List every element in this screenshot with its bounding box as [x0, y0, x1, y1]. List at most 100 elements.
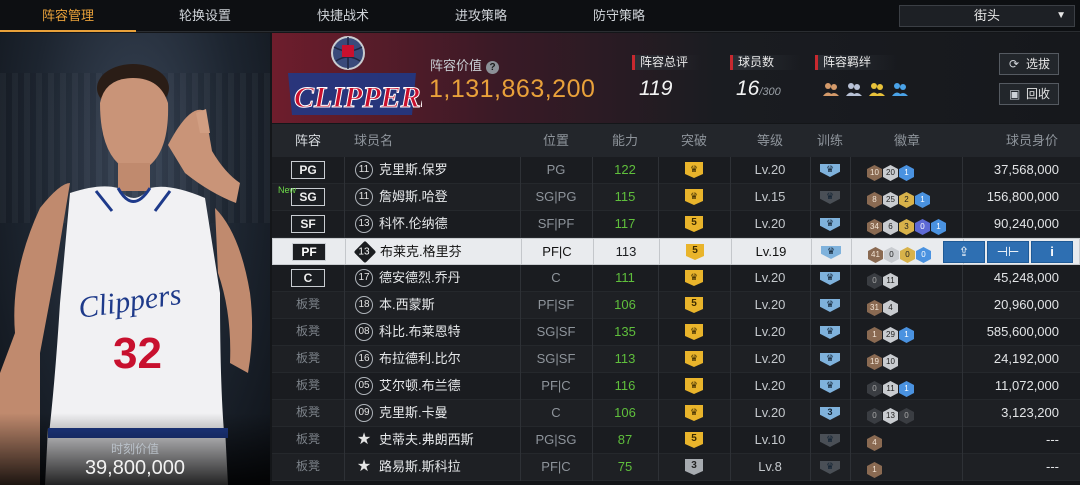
breakthrough-crown-icon[interactable]: ♛ — [685, 189, 703, 205]
training-shield-icon[interactable]: 3 — [820, 407, 840, 420]
badge-list[interactable]: 0 11 — [867, 270, 899, 289]
breakthrough-crown-icon[interactable]: ♛ — [685, 162, 703, 178]
player-name[interactable]: 克里斯.卡曼 — [379, 400, 448, 426]
badge-list[interactable]: 0 11 1 — [867, 378, 915, 397]
breakthrough-crown-icon[interactable]: 5 — [685, 432, 703, 448]
lineup-slot[interactable]: SF — [291, 215, 325, 233]
breakthrough-crown-icon[interactable]: 5 — [685, 216, 703, 232]
training-shield-icon[interactable]: ♛ — [820, 380, 840, 393]
player-name[interactable]: 布拉德利.比尔 — [379, 346, 461, 372]
breakthrough-crown-icon[interactable]: 3 — [685, 459, 703, 475]
player-name[interactable]: 科怀.伦纳德 — [379, 211, 448, 237]
badge-list[interactable]: 1 — [867, 459, 883, 478]
table-row[interactable]: C 17 德安德烈.乔丹 C 111 ♛ Lv.20 ♛ 0 11 45,248,000 — [272, 265, 1080, 292]
training-shield-icon[interactable]: ♛ — [820, 299, 840, 312]
table-row[interactable]: 板凳 05 艾尔顿.布兰德 PF|C 116 ♛ Lv.20 ♛ 0 11 1 11,072,000 — [272, 373, 1080, 400]
transfer-button[interactable]: ⇪ — [943, 241, 985, 263]
player-name[interactable]: 克里斯.保罗 — [379, 157, 448, 183]
lineup-slot[interactable]: SG — [291, 188, 325, 206]
player-level: Lv.20 — [754, 351, 786, 366]
breakthrough-crown-icon[interactable]: ♛ — [685, 270, 703, 286]
chemistry-icon-1[interactable] — [822, 80, 840, 98]
player-name[interactable]: 詹姆斯.哈登 — [379, 184, 448, 210]
info-button[interactable]: i — [1031, 241, 1073, 263]
player-name[interactable]: 路易斯.斯科拉 — [379, 454, 461, 480]
player-name[interactable]: 本.西蒙斯 — [379, 292, 435, 318]
player-name[interactable]: 布莱克.格里芬 — [380, 239, 462, 265]
training-shield-icon[interactable]: ♛ — [820, 326, 840, 339]
lineup-slot[interactable]: 板凳 — [291, 296, 325, 314]
player-portrait-panel[interactable]: Clippers 32 时刻价值 39,800,000 — [0, 33, 270, 485]
tab-quick-tactics[interactable]: 快捷战术 — [274, 0, 412, 32]
table-row[interactable]: 板凳 18 本.西蒙斯 PF|SF 106 5 Lv.20 ♛ 31 4 20,960,000 — [272, 292, 1080, 319]
breakthrough-crown-icon[interactable]: 5 — [686, 244, 704, 260]
badge-list[interactable]: 10 20 1 — [867, 162, 915, 181]
recycle-button[interactable]: ▣ 回收 — [999, 83, 1059, 105]
player-count-max: /300 — [759, 86, 781, 98]
table-row[interactable]: 板凳 09 克里斯.卡曼 C 106 ♛ Lv.20 3 0 13 0 3,123,200 — [272, 400, 1080, 427]
lineup-slot[interactable]: 板凳 — [291, 323, 325, 341]
training-shield-icon[interactable]: ♛ — [820, 272, 840, 285]
badge-list[interactable]: 34 6 3 0 1 — [867, 216, 947, 235]
lineup-slot[interactable]: 板凳 — [291, 431, 325, 449]
badge-list[interactable]: 8 25 2 1 — [867, 189, 931, 208]
badge-list[interactable]: 1 29 1 — [867, 324, 915, 343]
tab-defense[interactable]: 防守策略 — [550, 0, 688, 32]
help-icon[interactable]: ? — [486, 61, 500, 74]
breakthrough-crown-icon[interactable]: 5 — [685, 297, 703, 313]
chemistry-icon-3[interactable] — [868, 80, 886, 98]
col-training[interactable]: 训练 — [810, 124, 850, 157]
chemistry-icon-4[interactable] — [891, 80, 909, 98]
badge-list[interactable]: 4 — [867, 432, 883, 451]
lineup-slot[interactable]: 板凳 — [291, 377, 325, 395]
breakthrough-crown-icon[interactable]: ♛ — [685, 324, 703, 340]
training-shield-icon[interactable]: ♛ — [820, 434, 840, 447]
col-name[interactable]: 球员名 — [344, 124, 444, 157]
table-row[interactable]: 板凳 16 布拉德利.比尔 SG|SF 113 ♛ Lv.20 ♛ 19 10 24,192,000 — [272, 346, 1080, 373]
lineup-slot[interactable]: 板凳 — [291, 404, 325, 422]
table-row[interactable]: 板凳 08 科比.布莱恩特 SG|SF 135 ♛ Lv.20 ♛ 1 29 1 585,600,00… — [272, 319, 1080, 346]
lineup-slot[interactable]: PG — [291, 161, 325, 179]
training-shield-icon[interactable]: ♛ — [820, 191, 840, 204]
lineup-slot[interactable]: 板凳 — [291, 458, 325, 476]
player-name[interactable]: 史蒂夫.弗朗西斯 — [379, 427, 474, 453]
train-button[interactable]: ⊣⊢ — [987, 241, 1029, 263]
select-button[interactable]: ⟳ 选拔 — [999, 53, 1059, 75]
col-badges[interactable]: 徽章 — [850, 124, 964, 157]
breakthrough-crown-icon[interactable]: ♛ — [685, 351, 703, 367]
badge-list[interactable]: 31 4 — [867, 297, 899, 316]
training-shield-icon[interactable]: ♛ — [820, 164, 840, 177]
badge-list[interactable]: 0 13 0 — [867, 405, 915, 424]
table-row[interactable]: 板凳 ★ 路易斯.斯科拉 PF|C 75 3 Lv.8 ♛ 1 --- — [272, 454, 1080, 481]
table-row[interactable]: 板凳 ★ 史蒂夫.弗朗西斯 PG|SG 87 5 Lv.10 ♛ 4 --- — [272, 427, 1080, 454]
breakthrough-crown-icon[interactable]: ♛ — [685, 378, 703, 394]
lineup-slot[interactable]: C — [291, 269, 325, 287]
badge-list[interactable]: 41 0 0 0 — [868, 244, 932, 263]
table-row[interactable]: SF 13 科怀.伦纳德 SF|PF 117 5 Lv.20 ♛ 34 6 3 0 1 90,240,00… — [272, 211, 1080, 238]
tab-rotation[interactable]: 轮换设置 — [136, 0, 274, 32]
lineup-slot[interactable]: 板凳 — [291, 350, 325, 368]
player-name[interactable]: 艾尔顿.布兰德 — [379, 373, 461, 399]
mode-select[interactable]: 街头 ▼ — [899, 5, 1075, 27]
chemistry-icon-2[interactable] — [845, 80, 863, 98]
player-name[interactable]: 德安德烈.乔丹 — [379, 265, 461, 291]
table-row[interactable]: PF 13 布莱克.格里芬 PF|C 113 5 Lv.19 ♛ 41 0 0 0 ⇪ ⊣⊢ i — [272, 238, 1080, 266]
col-value[interactable]: 球员身价 — [962, 124, 1078, 157]
training-shield-icon[interactable]: ♛ — [821, 246, 841, 259]
player-level: Lv.20 — [754, 405, 786, 420]
tab-offense[interactable]: 进攻策略 — [412, 0, 550, 32]
player-name[interactable]: 科比.布莱恩特 — [379, 319, 461, 345]
breakthrough-crown-icon[interactable]: ♛ — [685, 405, 703, 421]
badge-list[interactable]: 19 10 — [867, 351, 899, 370]
col-position[interactable]: 位置 — [520, 124, 592, 157]
training-shield-icon[interactable]: ♛ — [820, 353, 840, 366]
lineup-slot[interactable]: PF — [292, 243, 326, 261]
col-ability[interactable]: 能力 — [592, 124, 658, 157]
tab-lineup[interactable]: 阵容管理 — [0, 0, 136, 32]
training-shield-icon[interactable]: ♛ — [820, 461, 840, 474]
col-level[interactable]: 等级 — [730, 124, 810, 157]
table-row[interactable]: SG New 11 詹姆斯.哈登 SG|PG 115 ♛ Lv.15 ♛ 8 25 2 1 156,800… — [272, 184, 1080, 211]
table-row[interactable]: PG 11 克里斯.保罗 PG 122 ♛ Lv.20 ♛ 10 20 1 37,568,000 — [272, 157, 1080, 184]
training-shield-icon[interactable]: ♛ — [820, 218, 840, 231]
col-breakthrough[interactable]: 突破 — [658, 124, 730, 157]
